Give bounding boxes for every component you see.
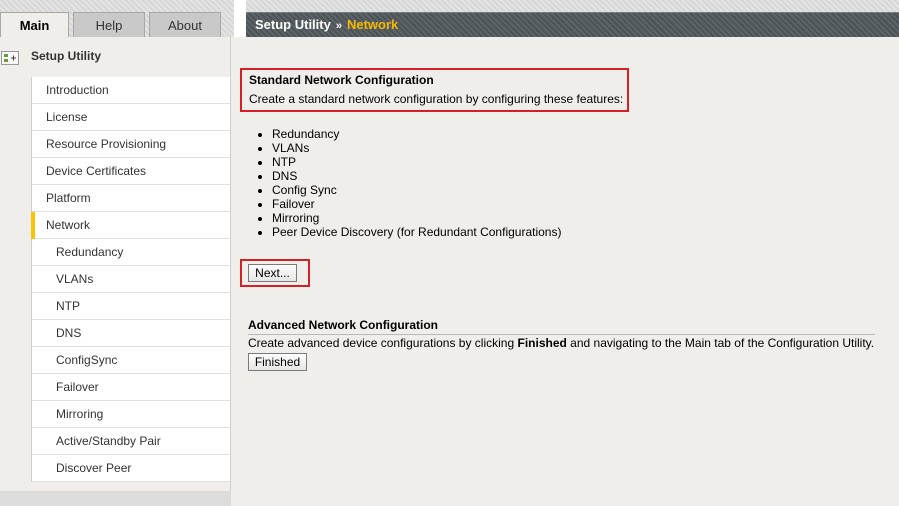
sidebar-item-introduction[interactable]: Introduction xyxy=(32,77,230,104)
tab-main[interactable]: Main xyxy=(0,12,69,38)
sidebar-item-active-standby-pair[interactable]: Active/Standby Pair xyxy=(32,428,230,455)
sidebar-title: Setup Utility xyxy=(31,49,102,63)
breadcrumb-separator: » xyxy=(335,20,342,32)
sidebar-item-device-certificates[interactable]: Device Certificates xyxy=(32,158,230,185)
list-item: Peer Device Discovery (for Redundant Con… xyxy=(272,225,561,239)
feature-list: Redundancy VLANs NTP DNS Config Sync Fai… xyxy=(255,127,561,239)
sidebar-item-mirroring[interactable]: Mirroring xyxy=(32,401,230,428)
sidebar-item-dns[interactable]: DNS xyxy=(32,320,230,347)
breadcrumb: Setup Utility » Network xyxy=(246,12,899,37)
list-item: Mirroring xyxy=(272,211,561,225)
finished-button[interactable]: Finished xyxy=(248,353,307,371)
advanced-desc-pre: Create advanced device configurations by… xyxy=(248,336,518,350)
tab-strip: Main Help About xyxy=(0,0,234,38)
list-item: VLANs xyxy=(272,141,561,155)
sidebar-item-ntp[interactable]: NTP xyxy=(32,293,230,320)
sidebar-item-redundancy[interactable]: Redundancy xyxy=(32,239,230,266)
tab-help[interactable]: Help xyxy=(73,12,145,37)
advanced-config-title: Advanced Network Configuration xyxy=(248,318,875,335)
sidebar-item-vlans[interactable]: VLANs xyxy=(32,266,230,293)
advanced-desc-post: and navigating to the Main tab of the Co… xyxy=(566,336,875,350)
sidebar-nav: Introduction License Resource Provisioni… xyxy=(31,77,230,482)
header-stripe xyxy=(246,0,899,12)
advanced-desc-bold: Finished xyxy=(517,336,567,350)
standard-config-title: Standard Network Configuration xyxy=(249,73,434,87)
list-item: Config Sync xyxy=(272,183,561,197)
sidebar-item-configsync[interactable]: ConfigSync xyxy=(32,347,230,374)
breadcrumb-root[interactable]: Setup Utility xyxy=(255,17,331,32)
list-item: Failover xyxy=(272,197,561,211)
list-item: Redundancy xyxy=(272,127,561,141)
list-item: DNS xyxy=(272,169,561,183)
tab-about[interactable]: About xyxy=(149,12,221,37)
sidebar-item-resource-provisioning[interactable]: Resource Provisioning xyxy=(32,131,230,158)
list-item: NTP xyxy=(272,155,561,169)
sidebar-item-license[interactable]: License xyxy=(32,104,230,131)
advanced-config-description: Create advanced device configurations by… xyxy=(248,336,874,350)
next-button[interactable]: Next... xyxy=(248,264,297,282)
expand-collapse-icon[interactable] xyxy=(1,51,19,65)
main-content: Standard Network Configuration Create a … xyxy=(231,37,899,506)
standard-config-description: Create a standard network configuration … xyxy=(249,92,624,106)
sidebar: Setup Utility Introduction License Resou… xyxy=(0,37,231,506)
sidebar-header: Setup Utility xyxy=(0,47,231,67)
sidebar-item-platform[interactable]: Platform xyxy=(32,185,230,212)
sidebar-item-discover-peer[interactable]: Discover Peer xyxy=(32,455,230,482)
sidebar-footer xyxy=(0,491,231,506)
sidebar-item-network[interactable]: Network xyxy=(31,212,230,239)
breadcrumb-current: Network xyxy=(346,17,399,32)
sidebar-item-failover[interactable]: Failover xyxy=(32,374,230,401)
